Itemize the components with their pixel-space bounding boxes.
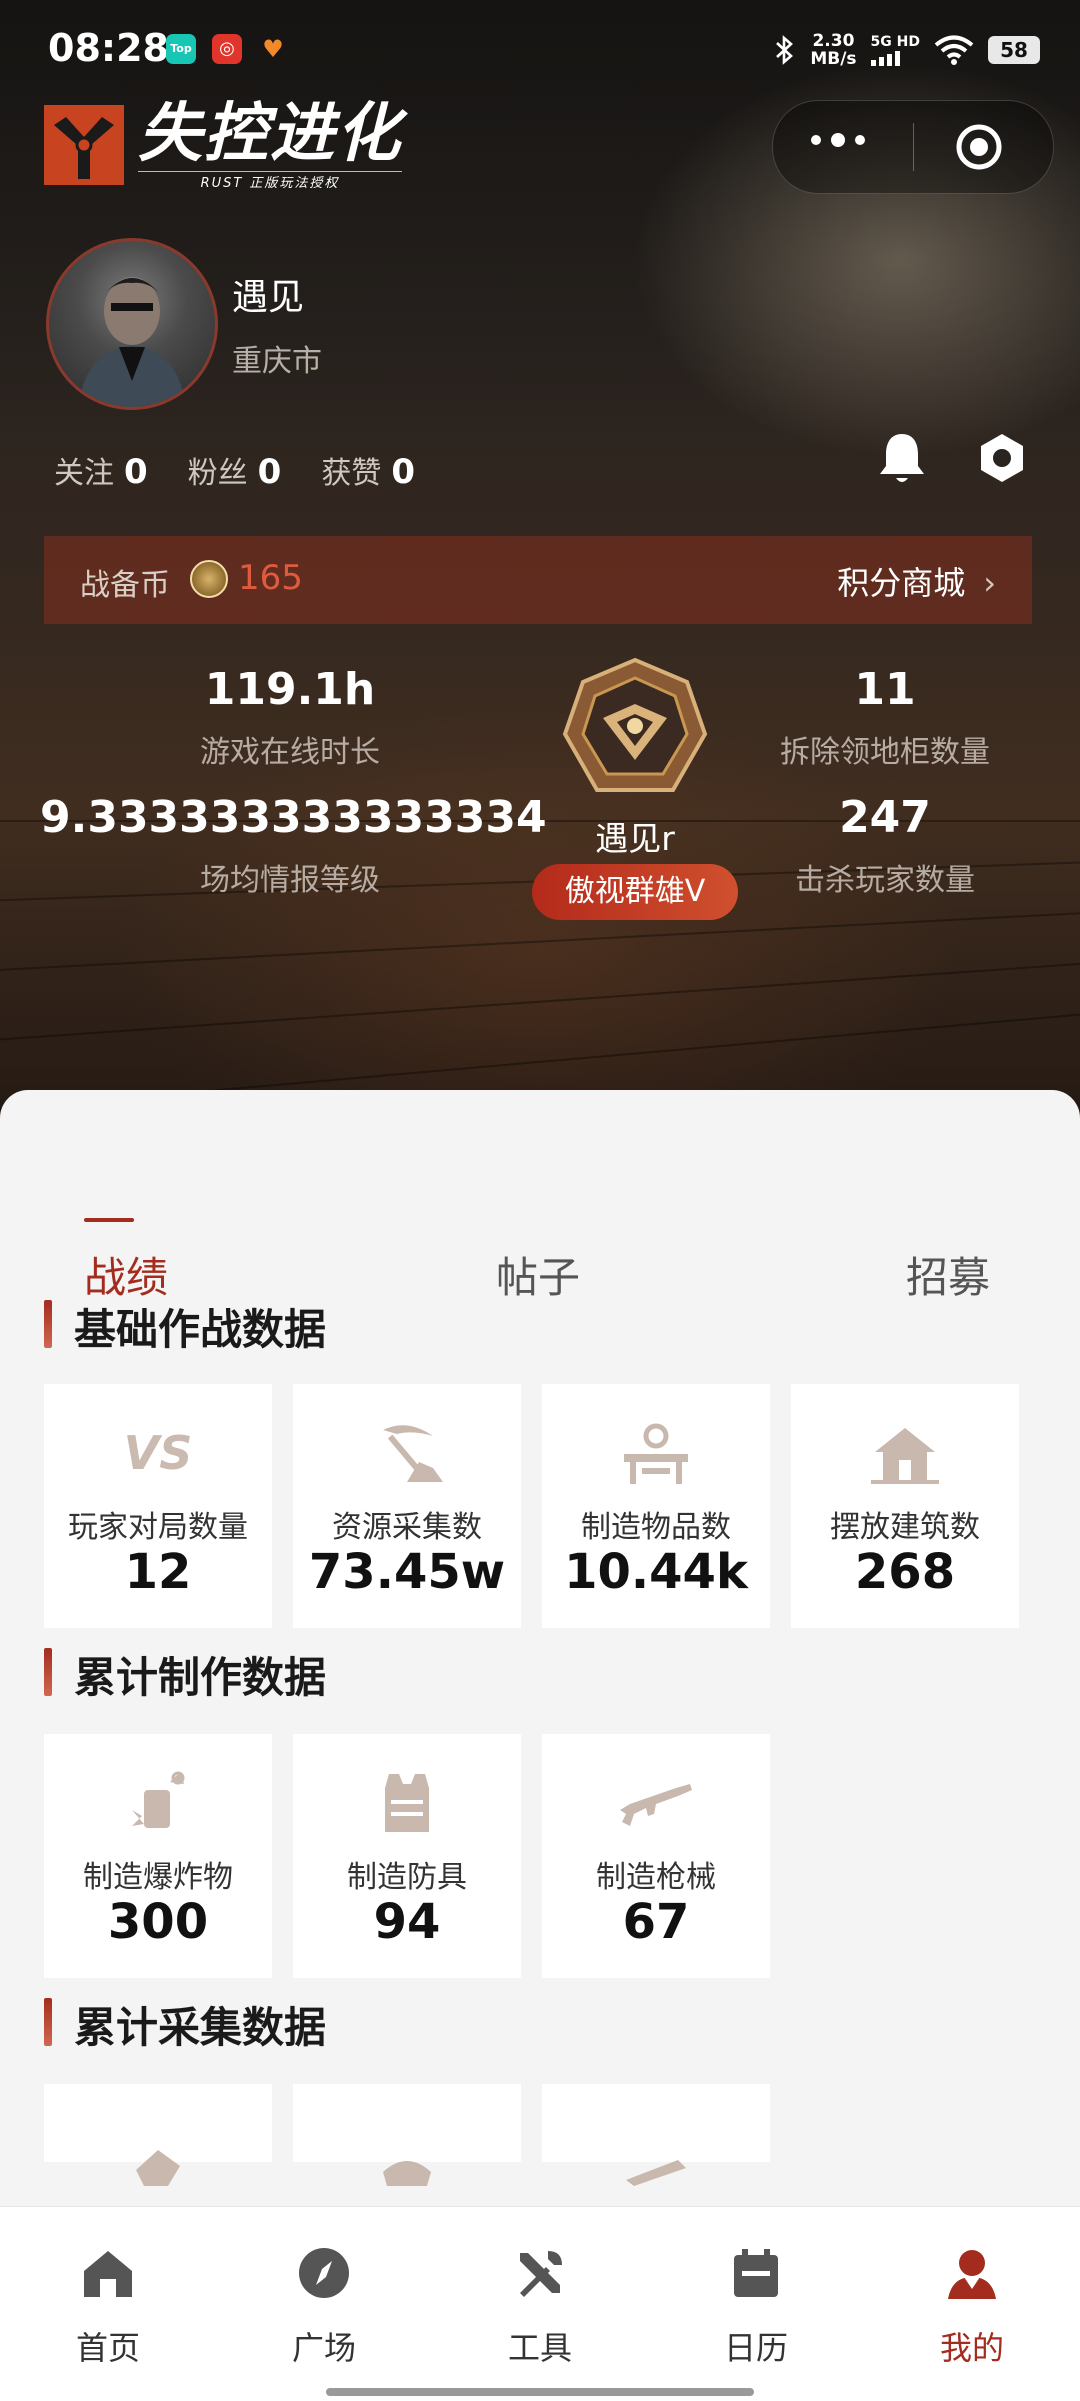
social-counts: 关注 0 粉丝 0 获赞 0 bbox=[54, 448, 415, 492]
tab-recruit[interactable]: 招募 bbox=[906, 1244, 990, 1305]
bell-icon[interactable] bbox=[876, 430, 928, 486]
nav-calendar[interactable]: 日历 bbox=[676, 2207, 836, 2401]
stat-card-matches: VS 玩家对局数量 12 bbox=[44, 1384, 272, 1628]
chevron-right-icon: › bbox=[983, 564, 996, 602]
workbench-icon bbox=[624, 1423, 688, 1484]
rust-logo-icon bbox=[44, 105, 124, 185]
heart-app-icon: ♥ bbox=[262, 35, 284, 63]
wood-icon bbox=[136, 2150, 180, 2186]
armor-vest-icon bbox=[385, 1774, 429, 1832]
nav-square[interactable]: 广场 bbox=[244, 2207, 404, 2401]
stat-card-armor: 制造防具 94 bbox=[293, 1734, 521, 1978]
avatar[interactable] bbox=[46, 238, 218, 410]
house-icon bbox=[871, 1428, 939, 1484]
bluetooth-icon bbox=[776, 35, 794, 65]
stat-card-gather-2 bbox=[293, 2084, 521, 2186]
coin-label: 战备币 bbox=[80, 568, 170, 603]
user-icon bbox=[948, 2250, 996, 2299]
battery-indicator: 58 bbox=[988, 36, 1040, 64]
home-indicator[interactable] bbox=[326, 2388, 754, 2396]
content-panel: 战绩 帖子 招募 基础作战数据 VS 玩家对局数量 12 资源采集数 73.45… bbox=[0, 1090, 1080, 2210]
stat-card-explosives: 制造爆炸物 300 bbox=[44, 1734, 272, 1978]
status-time: 08:28 bbox=[48, 26, 169, 70]
logo-title: 失控进化 bbox=[138, 97, 402, 171]
target-icon[interactable] bbox=[955, 123, 1003, 171]
net-speed: 2.30 MB/s bbox=[810, 31, 857, 69]
stat-card-firearms: 制造枪械 67 bbox=[542, 1734, 770, 1978]
stat-card-gather-1 bbox=[44, 2084, 272, 2186]
compass-icon bbox=[299, 2248, 349, 2298]
following-count[interactable]: 关注 0 bbox=[54, 448, 148, 492]
top-app-icon: Top bbox=[166, 34, 196, 64]
rifle-icon bbox=[620, 1784, 692, 1826]
bottom-nav: 首页 广场 工具 日历 我的 bbox=[0, 2206, 1080, 2401]
rank-badge-icon[interactable] bbox=[555, 656, 715, 806]
stat-cabinets-destroyed: 11 拆除领地柜数量 bbox=[780, 664, 990, 770]
nav-home[interactable]: 首页 bbox=[28, 2207, 188, 2401]
logo-subtitle: RUST 正版玩法授权 bbox=[138, 171, 402, 191]
stat-card-gather-3 bbox=[542, 2084, 770, 2186]
stat-card-gathered: 资源采集数 73.45w bbox=[293, 1384, 521, 1628]
app-logo: 失控进化 RUST 正版玩法授权 bbox=[44, 97, 402, 191]
section-title-gather: 累计采集数据 bbox=[44, 1994, 326, 2055]
rank-title-badge: 傲视群雄V bbox=[532, 864, 738, 920]
stat-card-crafted: 制造物品数 10.44k bbox=[542, 1384, 770, 1628]
nav-mine[interactable]: 我的 bbox=[892, 2207, 1052, 2401]
explosive-icon bbox=[132, 1771, 185, 1828]
active-tab-indicator bbox=[84, 1218, 134, 1222]
tools-icon bbox=[520, 2251, 562, 2297]
more-dots-icon[interactable] bbox=[811, 133, 865, 147]
stat-card-buildings: 摆放建筑数 268 bbox=[791, 1384, 1019, 1628]
tab-bar: 战绩 帖子 招募 bbox=[0, 1150, 1080, 1302]
likes-count[interactable]: 获赞 0 bbox=[321, 448, 415, 492]
stat-online-time: 119.1h 游戏在线时长 bbox=[200, 664, 380, 770]
cell-signal: 5G HD bbox=[870, 34, 920, 66]
logs-icon bbox=[626, 2160, 686, 2186]
miniprogram-capsule bbox=[772, 100, 1054, 194]
coin-value: 165 bbox=[238, 558, 303, 598]
settings-hex-icon[interactable] bbox=[976, 432, 1028, 484]
nickname: 遇见 bbox=[232, 277, 305, 318]
netease-music-icon: ◎ bbox=[212, 34, 242, 64]
stat-players-killed: 247 击杀玩家数量 bbox=[795, 792, 975, 898]
stat-intel-level: 9.333333333333334 场均情报等级 bbox=[40, 792, 547, 898]
vs-icon: VS bbox=[123, 1426, 193, 1480]
wifi-icon bbox=[934, 35, 974, 65]
pickaxe-icon bbox=[383, 1425, 443, 1482]
coin-icon bbox=[190, 560, 228, 598]
status-bar: 08:28 Top ◎ ♥ 2.30 MB/s 5G HD 58 bbox=[0, 0, 1080, 100]
home-icon bbox=[84, 2251, 132, 2297]
points-shop-link[interactable]: 积分商城 › bbox=[837, 558, 996, 604]
nav-tools[interactable]: 工具 bbox=[460, 2207, 620, 2401]
ore-basket-icon bbox=[383, 2161, 431, 2186]
section-title-basic: 基础作战数据 bbox=[44, 1296, 326, 1357]
city-label: 重庆市 bbox=[232, 344, 322, 379]
badge-owner-name: 遇见r bbox=[595, 819, 675, 858]
battle-coin-bar: 战备币 165 积分商城 › bbox=[44, 536, 1032, 624]
calendar-icon bbox=[734, 2249, 778, 2297]
followers-count[interactable]: 粉丝 0 bbox=[188, 448, 282, 492]
tab-posts[interactable]: 帖子 bbox=[496, 1244, 580, 1305]
section-title-craft: 累计制作数据 bbox=[44, 1644, 326, 1705]
